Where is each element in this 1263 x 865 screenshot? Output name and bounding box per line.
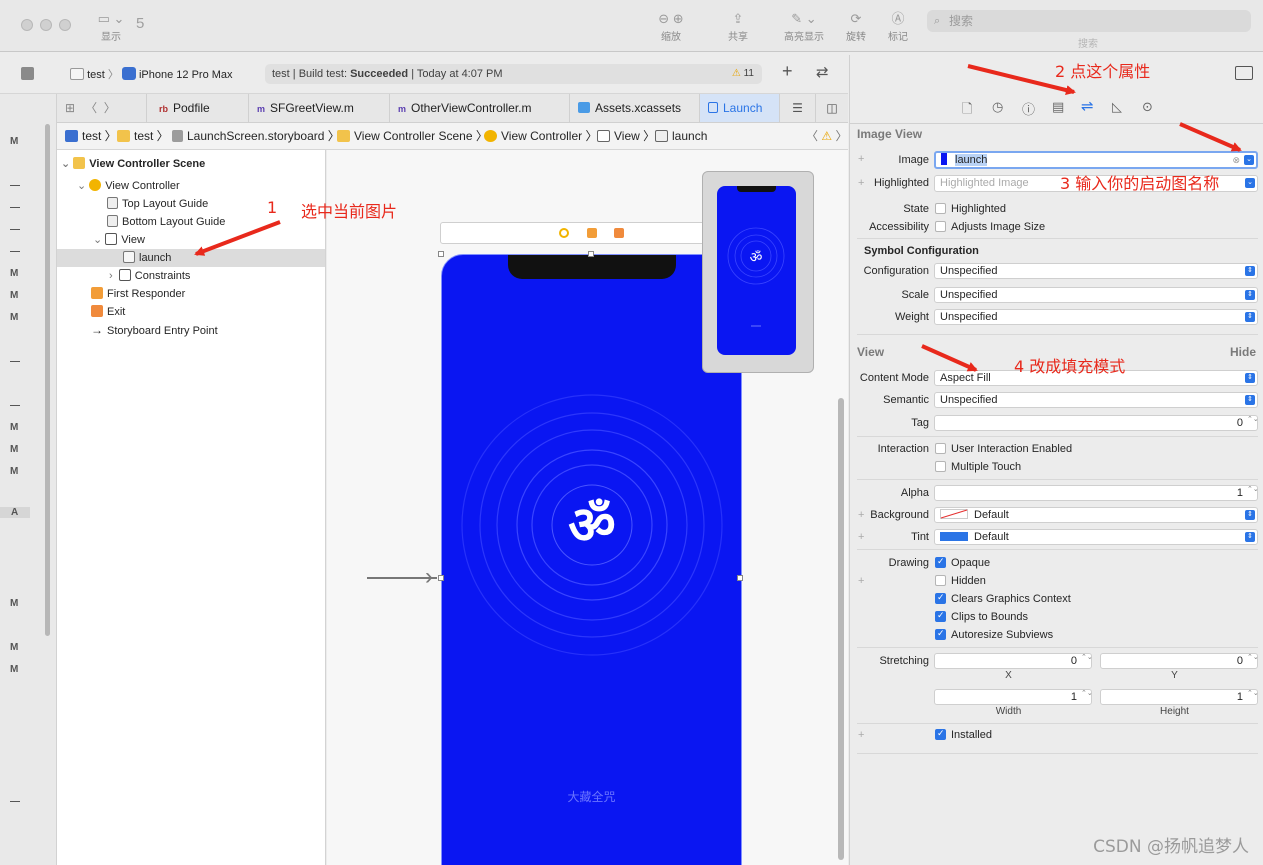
watermark: CSDN @扬帆追梦人 — [1093, 837, 1249, 857]
annotation-arrow-1 — [194, 220, 281, 256]
annotation-arrows — [194, 64, 1242, 372]
annotation-step1-number: 1 — [267, 198, 278, 217]
annotation-arrow-3 — [1179, 122, 1242, 152]
annotation-step2: 2 点这个属性 — [1055, 62, 1151, 81]
annotation-arrow-4 — [921, 344, 978, 372]
annotation-step1: 选中当前图片 — [301, 202, 398, 221]
annotation-step4: 4 改成填充模式 — [1014, 357, 1126, 376]
annotation-step3: 3 输入你的启动图名称 — [1060, 174, 1220, 193]
